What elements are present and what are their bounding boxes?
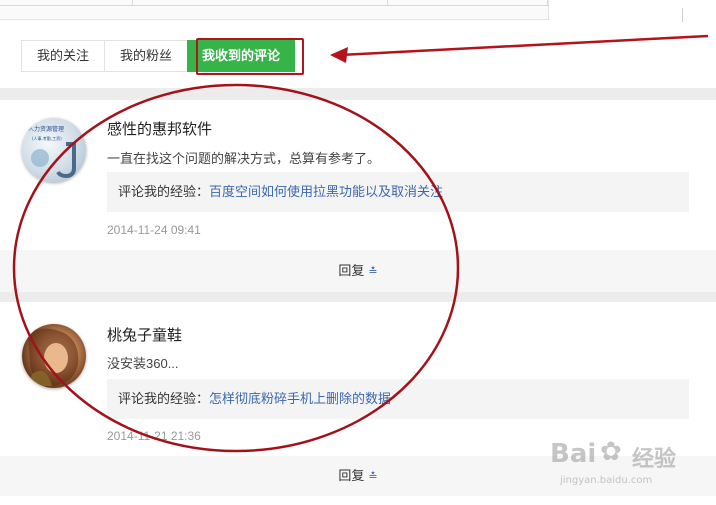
comment-time: 2014-11-21 21:36 xyxy=(107,429,201,443)
comment-card: 桃兔子童鞋 没安装360... 评论我的经验：怎样彻底粉碎手机上删除的数据 20… xyxy=(0,302,716,502)
top-toolbar-bar xyxy=(0,0,549,20)
quoted-experience: 评论我的经验：百度空间如何使用拉黑功能以及取消关注 xyxy=(107,172,689,212)
section-separator xyxy=(0,88,716,100)
comment-username[interactable]: 感性的惠邦软件 xyxy=(107,118,212,139)
comment-content: 一直在找这个问题的解决方式，总算有参考了。 xyxy=(107,151,381,166)
avatar[interactable]: 人力资源管理 (人事,考勤,工资) xyxy=(22,118,86,182)
tab-received-comments[interactable]: 我收到的评论 xyxy=(187,40,296,72)
quoted-experience: 评论我的经验：怎样彻底粉碎手机上删除的数据 xyxy=(107,379,689,419)
comment-username[interactable]: 桃兔子童鞋 xyxy=(107,324,182,345)
quote-label: 评论我的经验： xyxy=(118,184,210,199)
avatar-image: 人力资源管理 (人事,考勤,工资) xyxy=(28,125,76,179)
avatar[interactable] xyxy=(22,324,86,388)
reply-bar: 回复 ≛ xyxy=(0,456,716,496)
section-separator xyxy=(0,292,716,302)
quote-label: 评论我的经验： xyxy=(118,391,210,406)
top-segment xyxy=(0,0,133,6)
comment-content: 没安装360... xyxy=(107,356,179,371)
reply-label: 回复 xyxy=(338,263,365,278)
comment-time: 2014-11-24 09:41 xyxy=(107,223,201,237)
avatar-subtitle: (人事,考勤,工资) xyxy=(32,135,62,141)
chevron-down-icon: ≛ xyxy=(368,471,378,483)
previous-page-strip xyxy=(0,0,716,22)
chevron-down-icon: ≛ xyxy=(368,266,378,278)
annotation-arrow xyxy=(339,34,709,57)
experience-link[interactable]: 怎样彻底粉碎手机上删除的数据 xyxy=(209,391,391,406)
reply-bar: 回复 ≛ xyxy=(0,250,716,292)
tab-following[interactable]: 我的关注 xyxy=(21,40,106,72)
reply-button[interactable]: 回复 ≛ xyxy=(338,263,377,278)
comment-card: 人力资源管理 (人事,考勤,工资) 感性的惠邦软件 一直在找这个问题的解决方式，… xyxy=(0,100,716,292)
comment-tabs: 我的关注 我的粉丝 我收到的评论 xyxy=(21,40,296,72)
top-segment xyxy=(388,0,548,6)
arrow-head-icon xyxy=(330,47,348,63)
reply-label: 回复 xyxy=(338,468,365,483)
reply-button[interactable]: 回复 ≛ xyxy=(338,468,377,483)
avatar-image xyxy=(28,328,79,386)
tab-fans[interactable]: 我的粉丝 xyxy=(104,40,189,72)
divider xyxy=(682,8,683,22)
top-segment xyxy=(133,0,388,6)
experience-link[interactable]: 百度空间如何使用拉黑功能以及取消关注 xyxy=(209,184,443,199)
avatar-title: 人力资源管理 xyxy=(28,125,64,133)
